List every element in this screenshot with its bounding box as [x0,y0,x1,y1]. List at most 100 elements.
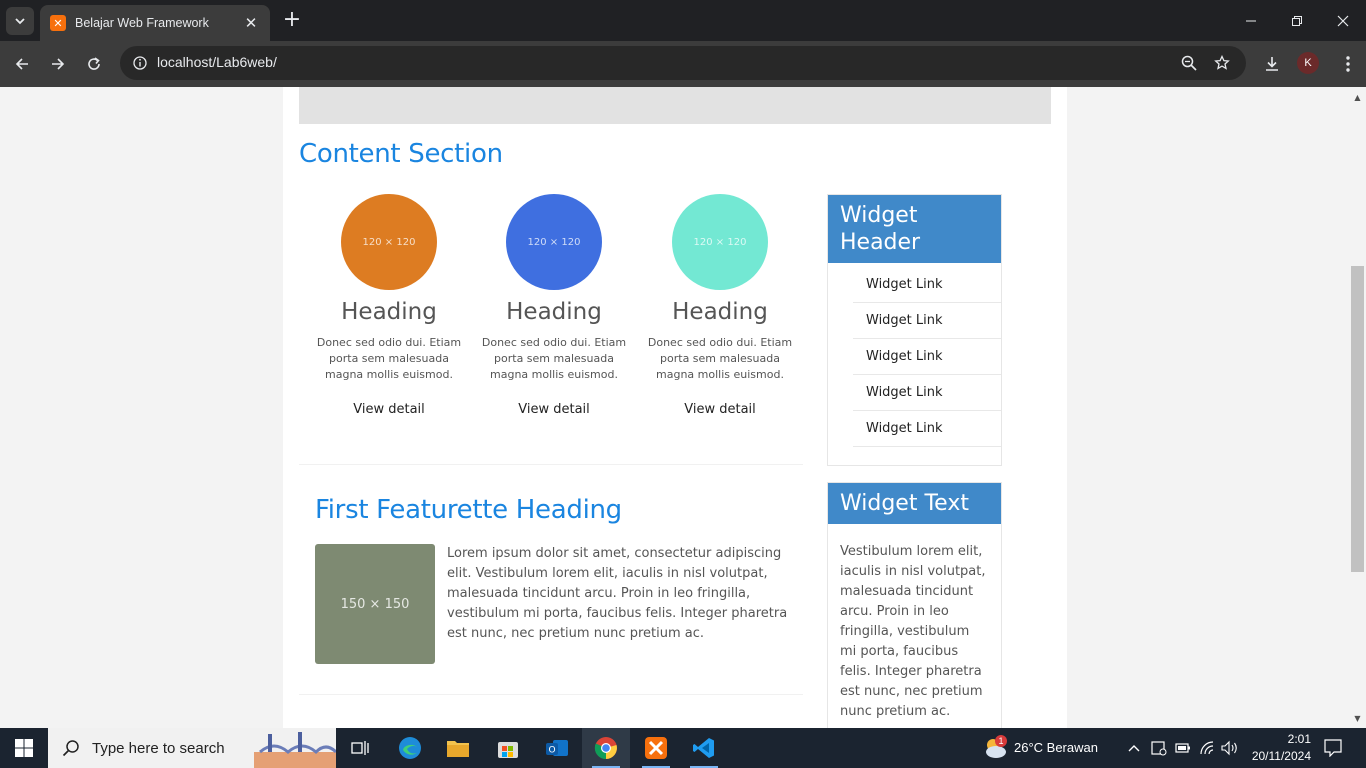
scroll-down-icon[interactable]: ▼ [1349,710,1366,726]
chrome-icon [594,737,617,760]
weather-badge: 1 [995,735,1007,747]
menu-kebab-icon[interactable] [1334,50,1362,78]
placeholder-image: 120 × 120 [341,194,437,290]
reload-icon [88,57,100,70]
widget-link-list: Widget Link Widget Link Widget Link Widg… [828,263,1001,447]
widget-link[interactable]: Widget Link [853,303,1001,339]
column-heading: Heading [341,299,437,325]
placeholder-image: 120 × 120 [672,194,768,290]
system-clock[interactable]: 2:01 20/11/2024 [1239,731,1311,765]
page-container: Content Section 120 × 120 Heading Donec … [283,87,1067,728]
widget-header: Widget Header [828,195,1001,263]
edge-icon [399,737,421,759]
forward-button[interactable] [44,50,72,78]
weather-text[interactable]: 26°C Berawan [1014,740,1098,755]
divider [299,694,803,695]
close-window-button[interactable] [1320,0,1366,41]
search-icon [62,740,79,757]
widget-text: Widget Text Vestibulum lorem elit, iacul… [827,482,1002,728]
xampp-app[interactable] [632,728,680,768]
widget-link[interactable]: Widget Link [853,411,1001,447]
close-icon [1337,15,1349,26]
outlook-app[interactable]: O [533,728,581,768]
speaker-icon[interactable] [1221,740,1239,756]
arrow-right-icon [52,58,65,70]
edge-app[interactable] [386,728,434,768]
svg-text:O: O [548,746,555,756]
outlook-icon: O [546,740,568,756]
site-info-icon[interactable] [128,51,152,75]
column-heading: Heading [506,299,602,325]
chevron-up-icon[interactable] [1128,743,1140,753]
browser-tab-strip: ✕ Belajar Web Framework ✕ + [0,0,1366,41]
task-view-button[interactable] [336,728,384,768]
scrollbar-thumb[interactable] [1351,266,1364,572]
zoom-icon[interactable] [1178,52,1200,74]
minimize-icon [1246,20,1256,21]
browser-toolbar: localhost/Lab6web/ K [0,41,1366,87]
content-column: 120 × 120 Heading Donec sed odio dui. Et… [474,194,634,417]
network-device-icon[interactable] [1151,740,1167,756]
restore-icon [1292,15,1302,26]
profile-avatar[interactable]: K [1297,52,1319,74]
placeholder-image: 120 × 120 [506,194,602,290]
browser-tab[interactable]: ✕ Belajar Web Framework ✕ [40,5,270,41]
view-detail-link[interactable]: View detail [640,402,800,417]
xampp-icon [645,737,667,759]
search-placeholder: Type here to search [92,739,225,757]
arrow-left-icon [15,58,28,70]
widget-link[interactable]: Widget Link [853,339,1001,375]
vscode-icon [693,738,714,758]
store-icon [498,742,518,758]
scroll-up-icon[interactable]: ▲ [1349,89,1366,105]
taskbar-search[interactable]: Type here to search [48,728,336,768]
chrome-app[interactable] [582,728,630,768]
start-button[interactable] [0,728,48,768]
file-explorer-app[interactable] [434,728,482,768]
widget-link[interactable]: Widget Link [853,375,1001,411]
battery-icon[interactable] [1175,742,1191,754]
clock-time: 2:01 [1287,732,1311,746]
folder-icon [447,741,469,757]
featurette-image: 150 × 150 [315,544,435,664]
xampp-icon: ✕ [50,15,66,31]
clock-date: 20/11/2024 [1251,749,1311,763]
featurette-heading: First Featurette Heading [315,495,622,525]
download-icon[interactable] [1258,50,1286,78]
column-heading: Heading [672,299,768,325]
task-view-icon [351,741,369,755]
wifi-icon[interactable] [1199,740,1215,756]
content-column: 120 × 120 Heading Donec sed odio dui. Et… [309,194,469,417]
windows-taskbar: Type here to search O 1 26°C Berawan 2:0… [0,728,1366,768]
widget-links: Widget Header Widget Link Widget Link Wi… [827,194,1002,466]
divider [299,464,803,465]
content-column: 120 × 120 Heading Donec sed odio dui. Et… [640,194,800,417]
bookmark-star-icon[interactable] [1211,52,1233,74]
tab-title: Belajar Web Framework [75,16,209,30]
column-text: Donec sed odio dui. Etiam porta sem male… [316,336,462,381]
view-detail-link[interactable]: View detail [309,402,469,417]
url-text[interactable]: localhost/Lab6web/ [157,54,277,70]
hero-banner [299,87,1051,124]
tab-close-icon[interactable]: ✕ [242,14,260,32]
tab-search-button[interactable] [6,7,34,35]
page-viewport: Content Section 120 × 120 Heading Donec … [0,87,1366,728]
address-bar[interactable]: localhost/Lab6web/ [120,46,1246,80]
store-app[interactable] [484,728,532,768]
restore-button[interactable] [1274,0,1320,41]
vscode-app[interactable] [680,728,728,768]
windows-logo-icon [15,739,33,757]
minimize-button[interactable] [1228,0,1274,41]
new-tab-button[interactable]: + [281,9,303,31]
reload-button[interactable] [80,50,108,78]
widget-header: Widget Text [828,483,1001,524]
chevron-down-icon [15,18,25,25]
widget-body-text: Vestibulum lorem elit, iaculis in nisl v… [840,544,986,719]
widget-link[interactable]: Widget Link [853,267,1001,303]
column-text: Donec sed odio dui. Etiam porta sem male… [481,336,627,381]
back-button[interactable] [8,50,36,78]
notification-icon[interactable] [1324,739,1342,757]
featurette-text: Lorem ipsum dolor sit amet, consectetur … [447,546,788,641]
view-detail-link[interactable]: View detail [474,402,634,417]
bridge-illustration-icon [254,732,336,768]
